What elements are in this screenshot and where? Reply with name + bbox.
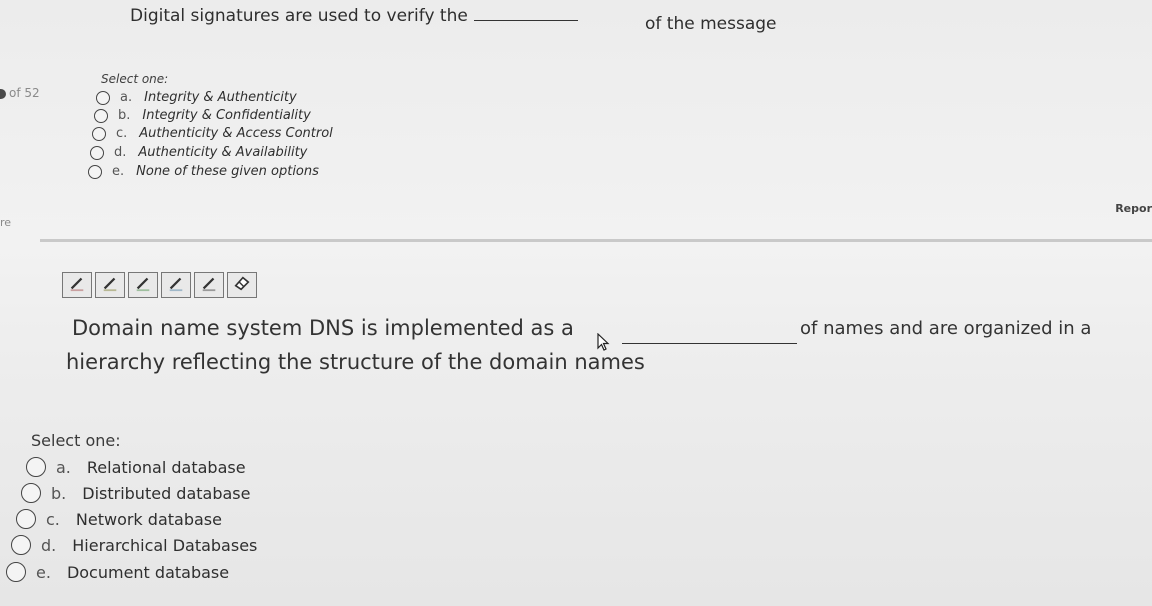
question-1-option-d[interactable]: d. Authenticity & Availability <box>90 145 307 160</box>
option-letter: d. <box>41 535 57 555</box>
question-2-option-e[interactable]: e. Document database <box>6 562 229 582</box>
pencil-icon <box>167 274 185 296</box>
option-label: Distributed database <box>82 483 251 503</box>
radio-button[interactable] <box>16 509 36 529</box>
question-1-text-before: Digital signatures are used to verify th… <box>130 6 468 26</box>
radio-button[interactable] <box>90 145 104 160</box>
option-label: Document database <box>66 562 230 582</box>
question-1-option-b[interactable]: b. Integrity & Confidentiality <box>94 108 311 123</box>
option-letter: e. <box>112 164 125 179</box>
option-letter: a. <box>56 457 71 477</box>
radio-button[interactable] <box>11 535 31 555</box>
question-2-text-line-1: Domain name system DNS is implemented as… <box>72 316 574 340</box>
radio-button[interactable] <box>26 457 46 477</box>
question-1-select-label: Select one: <box>101 72 169 86</box>
option-label: Relational database <box>86 457 246 477</box>
option-label: Network database <box>75 509 222 529</box>
counter-marker <box>0 88 6 99</box>
mouse-cursor-icon <box>597 332 611 355</box>
question-2-text-after-blank: of names and are organized in a <box>800 318 1092 339</box>
sidebar-partial-label: re <box>0 216 12 229</box>
annotation-toolbar <box>62 272 257 298</box>
option-letter: e. <box>36 562 51 582</box>
question-1-text-after: of the message <box>645 14 777 34</box>
option-letter: b. <box>51 483 67 503</box>
option-letter: b. <box>118 108 131 123</box>
option-letter: c. <box>116 126 128 141</box>
question-2-blank <box>622 343 797 344</box>
radio-button[interactable] <box>6 562 26 582</box>
pencil-tool-button[interactable] <box>194 272 224 298</box>
radio-button[interactable] <box>94 108 108 123</box>
pencil-icon <box>68 274 86 296</box>
question-2-option-d[interactable]: d. Hierarchical Databases <box>11 535 257 555</box>
question-counter: of 52 <box>0 86 40 100</box>
option-letter: a. <box>120 90 133 105</box>
eraser-tool-button[interactable] <box>227 272 257 298</box>
radio-button[interactable] <box>92 126 106 141</box>
pencil-tool-button[interactable] <box>128 272 158 298</box>
question-1-option-e[interactable]: e. None of these given options <box>88 164 319 179</box>
option-label: Hierarchical Databases <box>72 535 258 555</box>
radio-button[interactable] <box>88 164 102 179</box>
pencil-icon <box>101 274 119 296</box>
option-label: None of these given options <box>136 164 319 179</box>
pencil-tool-button[interactable] <box>62 272 92 298</box>
question-counter-label: of 52 <box>9 86 40 100</box>
option-letter: d. <box>114 145 127 160</box>
radio-button[interactable] <box>96 90 110 105</box>
question-2-option-c[interactable]: c. Network database <box>16 509 222 529</box>
eraser-icon <box>233 274 251 296</box>
option-label: Authenticity & Access Control <box>139 126 333 141</box>
question-2-select-label: Select one: <box>31 431 121 450</box>
option-label: Integrity & Confidentiality <box>142 108 311 123</box>
radio-button[interactable] <box>21 483 41 503</box>
pencil-tool-button[interactable] <box>161 272 191 298</box>
report-link[interactable]: Repor <box>1115 202 1152 215</box>
question-2-option-b[interactable]: b. Distributed database <box>21 483 250 503</box>
option-label: Authenticity & Availability <box>138 145 308 160</box>
question-1-option-a[interactable]: a. Integrity & Authenticity <box>96 90 297 105</box>
option-label: Integrity & Authenticity <box>144 90 297 105</box>
option-letter: c. <box>46 509 60 529</box>
pencil-icon <box>134 274 152 296</box>
question-1-blank <box>473 6 578 21</box>
question-2-option-a[interactable]: a. Relational database <box>26 457 246 477</box>
question-1-option-c[interactable]: c. Authenticity & Access Control <box>92 126 333 141</box>
question-2-text-line-2: hierarchy reflecting the structure of th… <box>66 350 645 374</box>
pencil-tool-button[interactable] <box>95 272 125 298</box>
pencil-icon <box>200 274 218 296</box>
question-1-text: Digital signatures are used to verify th… <box>130 6 584 26</box>
section-divider <box>40 239 1152 242</box>
